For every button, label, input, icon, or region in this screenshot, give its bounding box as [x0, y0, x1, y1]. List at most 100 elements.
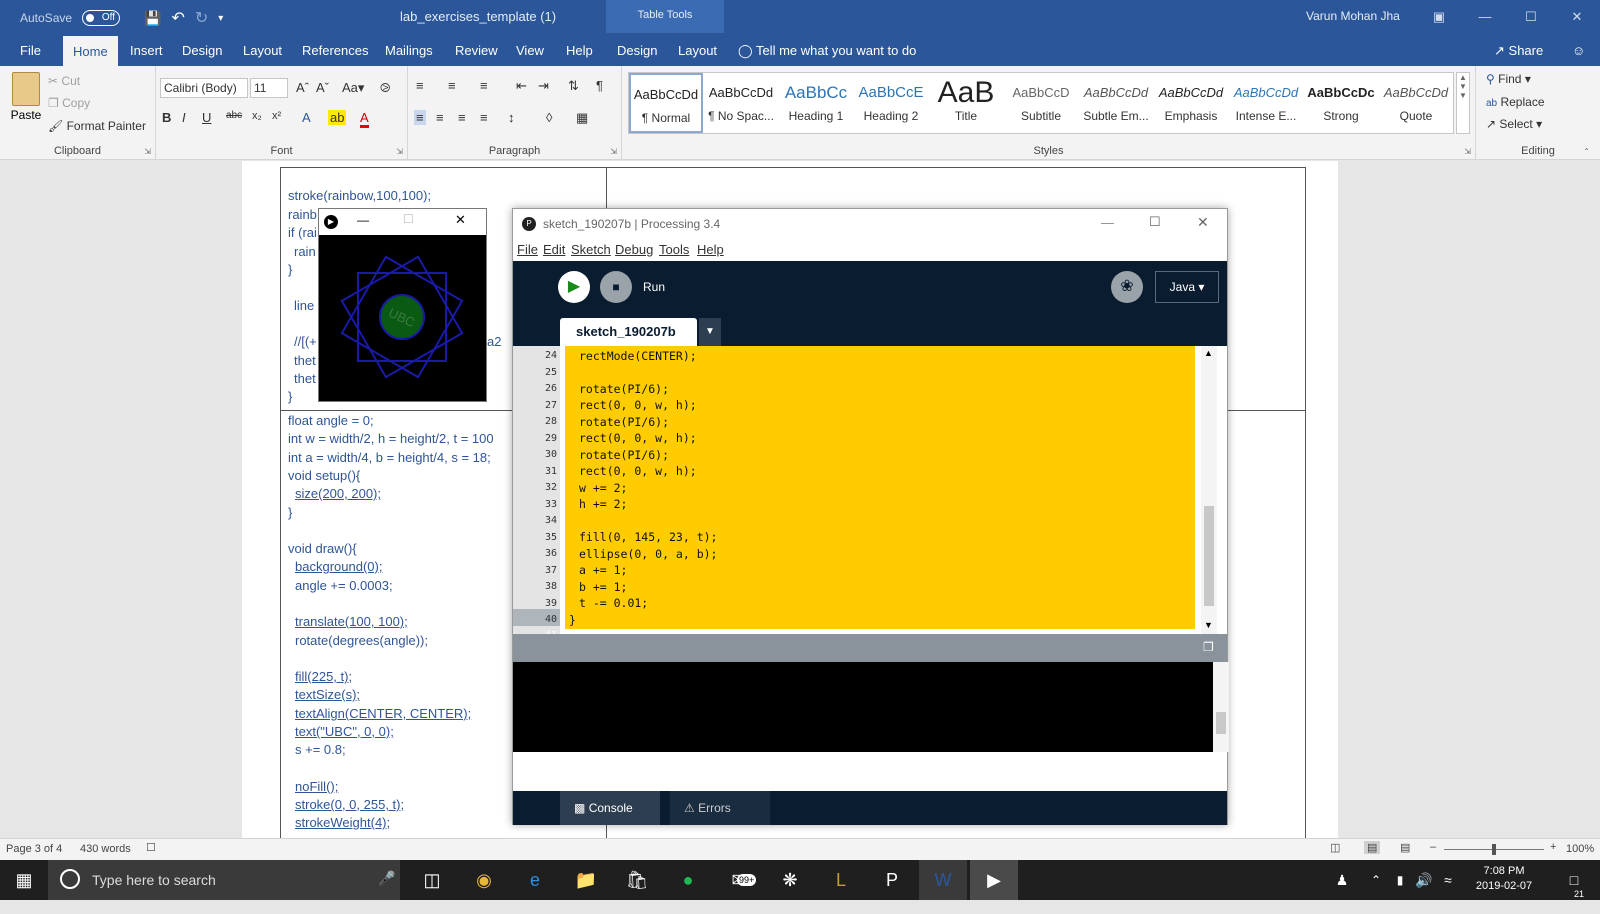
- doc-code-line[interactable]: rain: [294, 244, 316, 259]
- tab-layout[interactable]: Layout: [243, 33, 282, 66]
- menu-file[interactable]: File: [517, 242, 538, 257]
- menu-debug[interactable]: Debug: [615, 242, 653, 257]
- maximize-icon[interactable]: ☐: [1149, 214, 1161, 230]
- justify-icon[interactable]: ≡: [480, 110, 488, 125]
- doc-code-line[interactable]: void setup(){: [288, 468, 360, 483]
- tab-help[interactable]: Help: [566, 33, 593, 66]
- doc-code-line[interactable]: angle += 0.0003;: [295, 578, 393, 593]
- sketch-taskbar-icon[interactable]: ▶: [970, 860, 1018, 900]
- doc-code-line[interactable]: void draw(){: [288, 541, 357, 556]
- tab-references[interactable]: References: [302, 33, 368, 66]
- maximize-icon[interactable]: ☐: [403, 212, 414, 226]
- clock[interactable]: 7:08 PM 2019-02-07: [1464, 864, 1544, 894]
- doc-code-line[interactable]: s += 0.8;: [295, 742, 346, 757]
- store-icon[interactable]: 🛍: [613, 860, 661, 900]
- doc-code-line[interactable]: line: [294, 298, 314, 313]
- style-subtitle[interactable]: AaBbCcD Subtitle: [1004, 73, 1078, 133]
- taskbar-search-box[interactable]: Type here to search 🎤: [48, 860, 400, 900]
- doc-code-line[interactable]: float angle = 0;: [288, 413, 374, 428]
- doc-code-line[interactable]: stroke(rainbow,100,100);: [288, 188, 431, 203]
- app-icon[interactable]: ❋: [766, 860, 814, 900]
- doc-code-line[interactable]: background(0);: [295, 559, 382, 574]
- league-icon[interactable]: L: [817, 860, 865, 900]
- style-strong[interactable]: AaBbCcDc Strong: [1304, 73, 1378, 133]
- tab-view[interactable]: View: [516, 33, 544, 66]
- windows-start-icon[interactable]: ▦: [0, 860, 48, 900]
- increase-indent-icon[interactable]: ⇥: [538, 78, 549, 94]
- borders-icon[interactable]: ▦: [576, 110, 588, 126]
- minimize-icon[interactable]: —: [1462, 0, 1508, 33]
- doc-code-line[interactable]: rainb: [288, 207, 317, 222]
- customize-qat-icon[interactable]: ▾: [218, 13, 223, 24]
- doc-code-line[interactable]: int a = width/4, b = height/4, s = 18;: [288, 450, 491, 465]
- clear-formatting-icon[interactable]: ⧁: [380, 80, 390, 96]
- scroll-thumb[interactable]: [1204, 506, 1214, 606]
- replace-button[interactable]: ab Replace: [1486, 95, 1545, 109]
- change-case-icon[interactable]: Aa▾: [342, 80, 364, 96]
- underline-icon[interactable]: U: [202, 110, 211, 125]
- tab-table-layout[interactable]: Layout: [678, 33, 717, 66]
- minimize-icon[interactable]: —: [1101, 215, 1114, 230]
- align-left-icon[interactable]: ≡: [414, 110, 426, 125]
- menu-help[interactable]: Help: [697, 242, 724, 257]
- doc-code-line[interactable]: thet: [294, 371, 316, 386]
- styles-dialog-launcher-icon[interactable]: ⇲: [1464, 147, 1471, 156]
- doc-code-line[interactable]: a2: [487, 334, 501, 349]
- console-scroll-thumb[interactable]: [1216, 712, 1226, 734]
- tab-review[interactable]: Review: [455, 33, 498, 66]
- console-output[interactable]: [513, 662, 1229, 752]
- save-icon[interactable]: 💾: [144, 10, 161, 27]
- share-button[interactable]: ↗ Share: [1494, 33, 1543, 66]
- task-view-icon[interactable]: ◫: [408, 860, 456, 900]
- zoom-out-icon[interactable]: –: [1430, 841, 1436, 853]
- doc-code-line[interactable]: }: [288, 389, 292, 404]
- font-color-icon[interactable]: A: [360, 110, 369, 128]
- styles-gallery-scroll[interactable]: ▲ ▼ ▼: [1456, 72, 1470, 134]
- ribbon-display-icon[interactable]: ▣: [1416, 0, 1462, 33]
- redo-icon[interactable]: ↻: [195, 8, 208, 28]
- web-layout-icon[interactable]: ▤: [1400, 841, 1410, 854]
- font-size-select[interactable]: 11: [250, 78, 288, 98]
- dialog-launcher-icon[interactable]: ⇲: [144, 147, 151, 156]
- doc-code-line[interactable]: int w = width/2, h = height/2, t = 100: [288, 431, 494, 446]
- style-heading-2[interactable]: AaBbCcE Heading 2: [854, 73, 928, 133]
- zoom-in-icon[interactable]: +: [1550, 841, 1556, 853]
- tell-me-search[interactable]: ◯ Tell me what you want to do: [738, 33, 916, 66]
- spotify-icon[interactable]: ●: [664, 860, 712, 900]
- zoom-level[interactable]: 100%: [1566, 843, 1594, 855]
- errors-tab[interactable]: ⚠ Errors: [670, 791, 770, 825]
- italic-icon[interactable]: I: [182, 110, 186, 125]
- style-title[interactable]: AaB Title: [929, 73, 1003, 133]
- doc-code-line[interactable]: fill(225, t);: [295, 669, 352, 684]
- user-name[interactable]: Varun Mohan Jha: [1306, 9, 1400, 23]
- tab-home[interactable]: Home: [63, 36, 118, 66]
- mode-select[interactable]: Java ▾: [1155, 271, 1219, 303]
- highlight-icon[interactable]: ab: [328, 110, 347, 125]
- chrome-icon[interactable]: ◉: [460, 860, 508, 900]
- cut-button[interactable]: ✂ Cut: [48, 74, 80, 88]
- style-quote[interactable]: AaBbCcDd Quote: [1379, 73, 1453, 133]
- doc-code-line[interactable]: //[(+: [294, 334, 317, 349]
- debug-butterfly-icon[interactable]: ❀: [1111, 271, 1143, 303]
- copy-console-icon[interactable]: ❐: [1203, 640, 1214, 654]
- page-count[interactable]: Page 3 of 4: [6, 843, 62, 855]
- tab-file[interactable]: File: [20, 33, 41, 66]
- tab-mailings[interactable]: Mailings: [385, 33, 433, 66]
- doc-code-line[interactable]: }: [288, 505, 292, 520]
- tab-design[interactable]: Design: [182, 33, 222, 66]
- smiley-icon[interactable]: ☺: [1572, 33, 1585, 66]
- close-icon[interactable]: ✕: [455, 212, 466, 228]
- print-layout-icon[interactable]: ▤: [1364, 841, 1381, 854]
- read-mode-icon[interactable]: ◫: [1330, 841, 1340, 854]
- find-button[interactable]: ⚲ Find ▾: [1486, 72, 1531, 86]
- stop-button[interactable]: ■: [600, 271, 632, 303]
- notifications-icon[interactable]: □ 21: [1550, 860, 1598, 900]
- tab-table-design[interactable]: Design: [617, 33, 657, 66]
- align-center-icon[interactable]: ≡: [436, 110, 444, 125]
- copy-button[interactable]: ❐ Copy: [48, 96, 90, 110]
- doc-code-line[interactable]: noFill();: [295, 779, 338, 794]
- edge-icon[interactable]: e: [511, 860, 559, 900]
- paste-button[interactable]: Paste: [8, 72, 44, 122]
- tab-menu-button[interactable]: ▼: [699, 318, 721, 346]
- processing-taskbar-icon[interactable]: P: [868, 860, 916, 900]
